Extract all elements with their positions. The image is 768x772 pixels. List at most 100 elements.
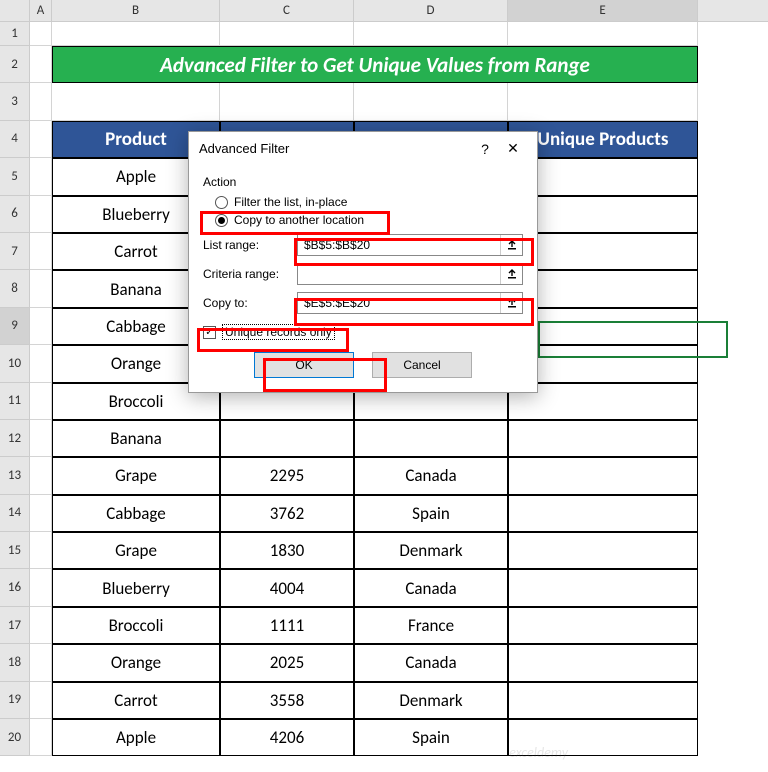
cell-product[interactable]: Blueberry: [52, 569, 220, 606]
list-range-field[interactable]: [298, 235, 500, 255]
cancel-button[interactable]: Cancel: [372, 352, 472, 378]
help-icon[interactable]: ?: [471, 141, 499, 157]
row-header[interactable]: 5: [0, 158, 30, 195]
cell-unique[interactable]: [508, 495, 698, 532]
cell-unique[interactable]: [508, 719, 698, 756]
criteria-range-field[interactable]: [298, 264, 500, 284]
dialog-titlebar[interactable]: Advanced Filter ? ✕: [189, 132, 537, 165]
cell-product[interactable]: Orange: [52, 644, 220, 681]
col-e[interactable]: E: [508, 0, 698, 21]
cell-unique[interactable]: [508, 607, 698, 644]
row-header[interactable]: 6: [0, 196, 30, 233]
cell-product[interactable]: Carrot: [52, 682, 220, 719]
cell-c[interactable]: 1111: [220, 607, 354, 644]
cell[interactable]: [30, 682, 52, 719]
row-header[interactable]: 12: [0, 420, 30, 457]
cell-c[interactable]: 4206: [220, 719, 354, 756]
row-header[interactable]: 4: [0, 121, 30, 158]
cell[interactable]: [30, 569, 52, 606]
cell[interactable]: [52, 83, 220, 120]
select-all-corner[interactable]: [0, 0, 30, 21]
cell[interactable]: [30, 270, 52, 307]
copy-to-field[interactable]: [298, 293, 500, 313]
cell-product[interactable]: Grape: [52, 532, 220, 569]
collapse-icon[interactable]: [500, 235, 522, 255]
row-header[interactable]: 18: [0, 644, 30, 681]
cell[interactable]: [30, 308, 52, 345]
list-range-input[interactable]: [297, 234, 523, 256]
cell-unique[interactable]: [508, 569, 698, 606]
cell-unique[interactable]: [508, 682, 698, 719]
close-icon[interactable]: ✕: [499, 140, 527, 157]
cell[interactable]: [30, 383, 52, 420]
cell-unique[interactable]: [508, 457, 698, 494]
col-a[interactable]: A: [30, 0, 52, 21]
cell[interactable]: [30, 607, 52, 644]
title-banner[interactable]: Advanced Filter to Get Unique Values fro…: [52, 46, 698, 83]
col-c[interactable]: C: [220, 0, 354, 21]
row-header[interactable]: 11: [0, 383, 30, 420]
row-header[interactable]: 7: [0, 233, 30, 270]
cell-c[interactable]: 3762: [220, 495, 354, 532]
cell-d[interactable]: [354, 420, 508, 457]
row-header[interactable]: 20: [0, 719, 30, 756]
cell-d[interactable]: Spain: [354, 719, 508, 756]
cell-product[interactable]: Cabbage: [52, 495, 220, 532]
cell[interactable]: [30, 644, 52, 681]
cell[interactable]: [30, 158, 52, 195]
col-b[interactable]: B: [52, 0, 220, 21]
cell-d[interactable]: Spain: [354, 495, 508, 532]
cell[interactable]: [30, 532, 52, 569]
row-header[interactable]: 14: [0, 495, 30, 532]
cell-product[interactable]: Broccoli: [52, 607, 220, 644]
row-header[interactable]: 17: [0, 607, 30, 644]
cell[interactable]: [354, 83, 508, 120]
cell-c[interactable]: 4004: [220, 569, 354, 606]
cell[interactable]: [220, 22, 354, 46]
collapse-icon[interactable]: [500, 293, 522, 313]
cell[interactable]: [354, 22, 508, 46]
radio-copy-location[interactable]: Copy to another location: [215, 213, 523, 227]
cell-c[interactable]: 2295: [220, 457, 354, 494]
cell[interactable]: [30, 495, 52, 532]
row-header[interactable]: 2: [0, 46, 30, 83]
cell[interactable]: [30, 420, 52, 457]
cell-unique[interactable]: [508, 532, 698, 569]
cell-unique[interactable]: [508, 420, 698, 457]
cell-product[interactable]: Apple: [52, 719, 220, 756]
cell[interactable]: [30, 46, 52, 83]
collapse-icon[interactable]: [500, 264, 522, 284]
cell-d[interactable]: Denmark: [354, 532, 508, 569]
row-header[interactable]: 1: [0, 22, 30, 46]
row-header[interactable]: 3: [0, 83, 30, 120]
col-d[interactable]: D: [354, 0, 508, 21]
cell[interactable]: [30, 457, 52, 494]
cell[interactable]: [30, 233, 52, 270]
cell-product[interactable]: Grape: [52, 457, 220, 494]
ok-button[interactable]: OK: [254, 352, 354, 378]
cell[interactable]: [30, 83, 52, 120]
cell[interactable]: [30, 121, 52, 158]
cell-unique[interactable]: [508, 644, 698, 681]
criteria-range-input[interactable]: [297, 263, 523, 285]
copy-to-input[interactable]: [297, 292, 523, 314]
row-header[interactable]: 8: [0, 270, 30, 307]
row-header[interactable]: 13: [0, 457, 30, 494]
cell[interactable]: [508, 83, 698, 120]
cell[interactable]: [30, 196, 52, 233]
cell[interactable]: [508, 22, 698, 46]
row-header[interactable]: 19: [0, 682, 30, 719]
row-header[interactable]: 15: [0, 532, 30, 569]
cell-d[interactable]: Canada: [354, 644, 508, 681]
cell-c[interactable]: 3558: [220, 682, 354, 719]
cell[interactable]: [220, 83, 354, 120]
cell[interactable]: [52, 22, 220, 46]
cell-c[interactable]: 1830: [220, 532, 354, 569]
cell-d[interactable]: Denmark: [354, 682, 508, 719]
cell-c[interactable]: [220, 420, 354, 457]
row-header[interactable]: 16: [0, 569, 30, 606]
cell[interactable]: [30, 345, 52, 382]
cell-d[interactable]: Canada: [354, 457, 508, 494]
cell-c[interactable]: 2025: [220, 644, 354, 681]
row-header[interactable]: 9: [0, 308, 30, 345]
